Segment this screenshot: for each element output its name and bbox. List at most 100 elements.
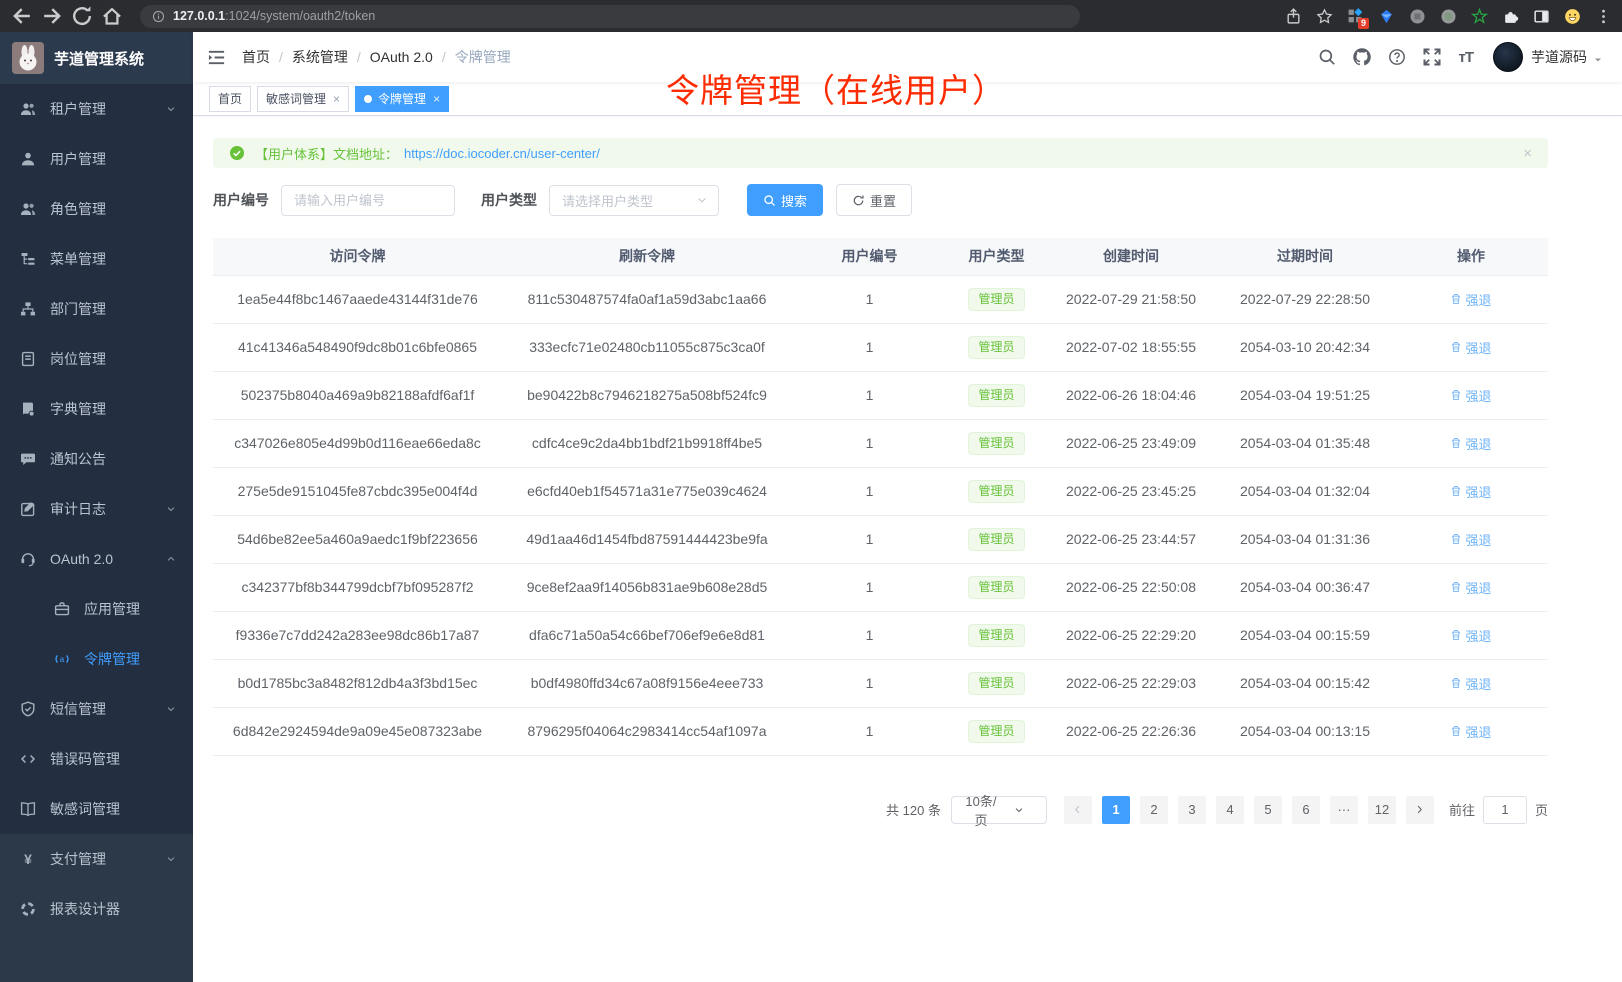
extension-gem-icon[interactable]: [1378, 8, 1395, 25]
next-page-button[interactable]: [1406, 796, 1434, 824]
sidebar-item-post[interactable]: 岗位管理: [0, 334, 193, 384]
sidebar-item-sensitive-word[interactable]: 敏感词管理: [0, 784, 193, 834]
force-logout-button[interactable]: 强退: [1450, 338, 1491, 357]
force-logout-button[interactable]: 强退: [1450, 530, 1491, 549]
tab-close-icon[interactable]: ×: [433, 93, 440, 105]
force-logout-button[interactable]: 强退: [1450, 434, 1491, 453]
created-time-cell: 2022-06-25 23:44:57: [1046, 515, 1216, 563]
user-name[interactable]: 芋道源码: [1531, 47, 1587, 67]
force-logout-button[interactable]: 强退: [1450, 674, 1491, 693]
breadcrumb-item[interactable]: 首页: [242, 47, 270, 67]
forward-icon[interactable]: [40, 4, 64, 28]
user-caret-icon[interactable]: [1592, 54, 1604, 66]
sidebar-item-user[interactable]: 用户管理: [0, 134, 193, 184]
extension-star-icon[interactable]: [1471, 8, 1488, 25]
refresh-token-cell: be90422b8c7946218275a508bf524fc9: [502, 371, 792, 419]
refresh-token-cell: b0df4980ffd34c67a08f9156e4eee733: [502, 659, 792, 707]
extension-grid-icon[interactable]: 9: [1347, 8, 1364, 25]
column-header: 访问令牌: [213, 238, 502, 275]
profile-emoji-icon[interactable]: [1564, 8, 1581, 25]
page-size-select[interactable]: 10条/页: [951, 796, 1047, 824]
page-button-4[interactable]: 4: [1216, 796, 1244, 824]
page-button-6[interactable]: 6: [1292, 796, 1320, 824]
fullscreen-icon[interactable]: [1422, 47, 1442, 67]
yen-icon: ¥: [20, 851, 36, 867]
sidebar-item-pay[interactable]: ¥支付管理: [0, 834, 193, 884]
sidebar-item-oauth2-token[interactable]: a令牌管理: [0, 634, 193, 684]
help-icon[interactable]: [1388, 48, 1406, 66]
briefcase-icon: [54, 601, 70, 617]
user-type-select[interactable]: 请选择用户类型: [549, 185, 719, 216]
extension-circle-icon[interactable]: [1409, 8, 1426, 25]
sidebar-item-oauth2[interactable]: OAuth 2.0: [0, 534, 193, 584]
tab-token[interactable]: 令牌管理×: [355, 86, 449, 112]
force-logout-button[interactable]: 强退: [1450, 722, 1491, 741]
force-logout-button[interactable]: 强退: [1450, 290, 1491, 309]
font-size-icon[interactable]: ᴛT: [1458, 49, 1473, 66]
home-icon[interactable]: [100, 4, 124, 28]
tab-home[interactable]: 首页: [209, 86, 251, 112]
sidebar-item-audit-log[interactable]: 审计日志: [0, 484, 193, 534]
chevron-down-icon: [696, 194, 708, 206]
extension-badge: 9: [1358, 18, 1369, 29]
user-avatar[interactable]: [1493, 42, 1523, 72]
sidebar-item-dept[interactable]: 部门管理: [0, 284, 193, 334]
logo[interactable]: 芋道管理系统: [0, 32, 193, 84]
github-icon[interactable]: [1352, 47, 1372, 67]
expire-time-cell: 2054-03-04 01:31:36: [1216, 515, 1394, 563]
sidebar-item-report[interactable]: 报表设计器: [0, 884, 193, 934]
tab-sensitive-word[interactable]: 敏感词管理×: [257, 86, 349, 112]
action-cell: 强退: [1394, 659, 1548, 707]
sidebar-item-menu[interactable]: 菜单管理: [0, 234, 193, 284]
url-bar[interactable]: 127.0.0.1:1024/system/oauth2/token: [140, 5, 1080, 28]
total-count: 共 120 条: [886, 800, 941, 819]
reload-icon[interactable]: [70, 4, 94, 28]
user-type-badge: 管理员: [968, 432, 1024, 455]
prev-page-button[interactable]: [1064, 796, 1092, 824]
doc-link[interactable]: https://doc.iocoder.cn/user-center/: [404, 146, 600, 161]
force-logout-button[interactable]: 强退: [1450, 626, 1491, 645]
page-button-3[interactable]: 3: [1178, 796, 1206, 824]
sidebar-item-oauth2-app[interactable]: 应用管理: [0, 584, 193, 634]
page-button-1[interactable]: 1: [1102, 796, 1130, 824]
navbar: 首页/系统管理/OAuth 2.0/令牌管理 ᴛT 芋道源码: [193, 32, 1622, 82]
main-area: 首页/系统管理/OAuth 2.0/令牌管理 ᴛT 芋道源码 首页敏感词管理×令…: [193, 32, 1622, 982]
goto-page-input[interactable]: [1483, 796, 1527, 824]
user-type-cell: 管理员: [947, 323, 1046, 371]
user-type-label: 用户类型: [481, 190, 537, 210]
back-icon[interactable]: [10, 4, 34, 28]
search-icon[interactable]: [1318, 48, 1336, 66]
column-header: 用户编号: [792, 238, 947, 275]
extensions-puzzle-icon[interactable]: [1502, 8, 1519, 25]
force-logout-button[interactable]: 强退: [1450, 386, 1491, 405]
force-logout-button[interactable]: 强退: [1450, 578, 1491, 597]
sidebar-item-tenant[interactable]: 租户管理: [0, 84, 193, 134]
bookmark-star-icon[interactable]: [1316, 8, 1333, 25]
token-table: 访问令牌刷新令牌用户编号用户类型创建时间过期时间操作 1ea5e44f8bc14…: [213, 238, 1548, 756]
sidebar-item-sms[interactable]: 短信管理: [0, 684, 193, 734]
breadcrumb-item[interactable]: 系统管理: [292, 47, 348, 67]
sidebar-toggle-icon[interactable]: [207, 48, 226, 67]
sidebar-item-dict[interactable]: 字典管理: [0, 384, 193, 434]
browser-menu-icon[interactable]: [1595, 8, 1612, 25]
tab-close-icon[interactable]: ×: [333, 93, 340, 105]
force-logout-button[interactable]: 强退: [1450, 482, 1491, 501]
alert-close-icon[interactable]: ×: [1523, 145, 1532, 162]
split-screen-icon[interactable]: [1533, 8, 1550, 25]
breadcrumb-item[interactable]: OAuth 2.0: [370, 49, 433, 65]
sidebar-item-notice[interactable]: 通知公告: [0, 434, 193, 484]
sidebar-item-role[interactable]: 角色管理: [0, 184, 193, 234]
person-icon: [20, 151, 36, 167]
share-icon[interactable]: [1285, 8, 1302, 25]
search-button[interactable]: 搜索: [747, 184, 823, 216]
site-info-icon[interactable]: [152, 10, 165, 23]
page-button-5[interactable]: 5: [1254, 796, 1282, 824]
table-row: b0d1785bc3a8482f812db4a3f3bd15ecb0df4980…: [213, 659, 1548, 707]
reset-button[interactable]: 重置: [836, 184, 912, 216]
page-button-2[interactable]: 2: [1140, 796, 1168, 824]
sidebar-item-errcode[interactable]: 错误码管理: [0, 734, 193, 784]
extension-dot-icon[interactable]: [1440, 8, 1457, 25]
page-button-···[interactable]: ···: [1330, 796, 1358, 824]
user-id-input[interactable]: [281, 185, 455, 216]
page-button-12[interactable]: 12: [1368, 796, 1396, 824]
